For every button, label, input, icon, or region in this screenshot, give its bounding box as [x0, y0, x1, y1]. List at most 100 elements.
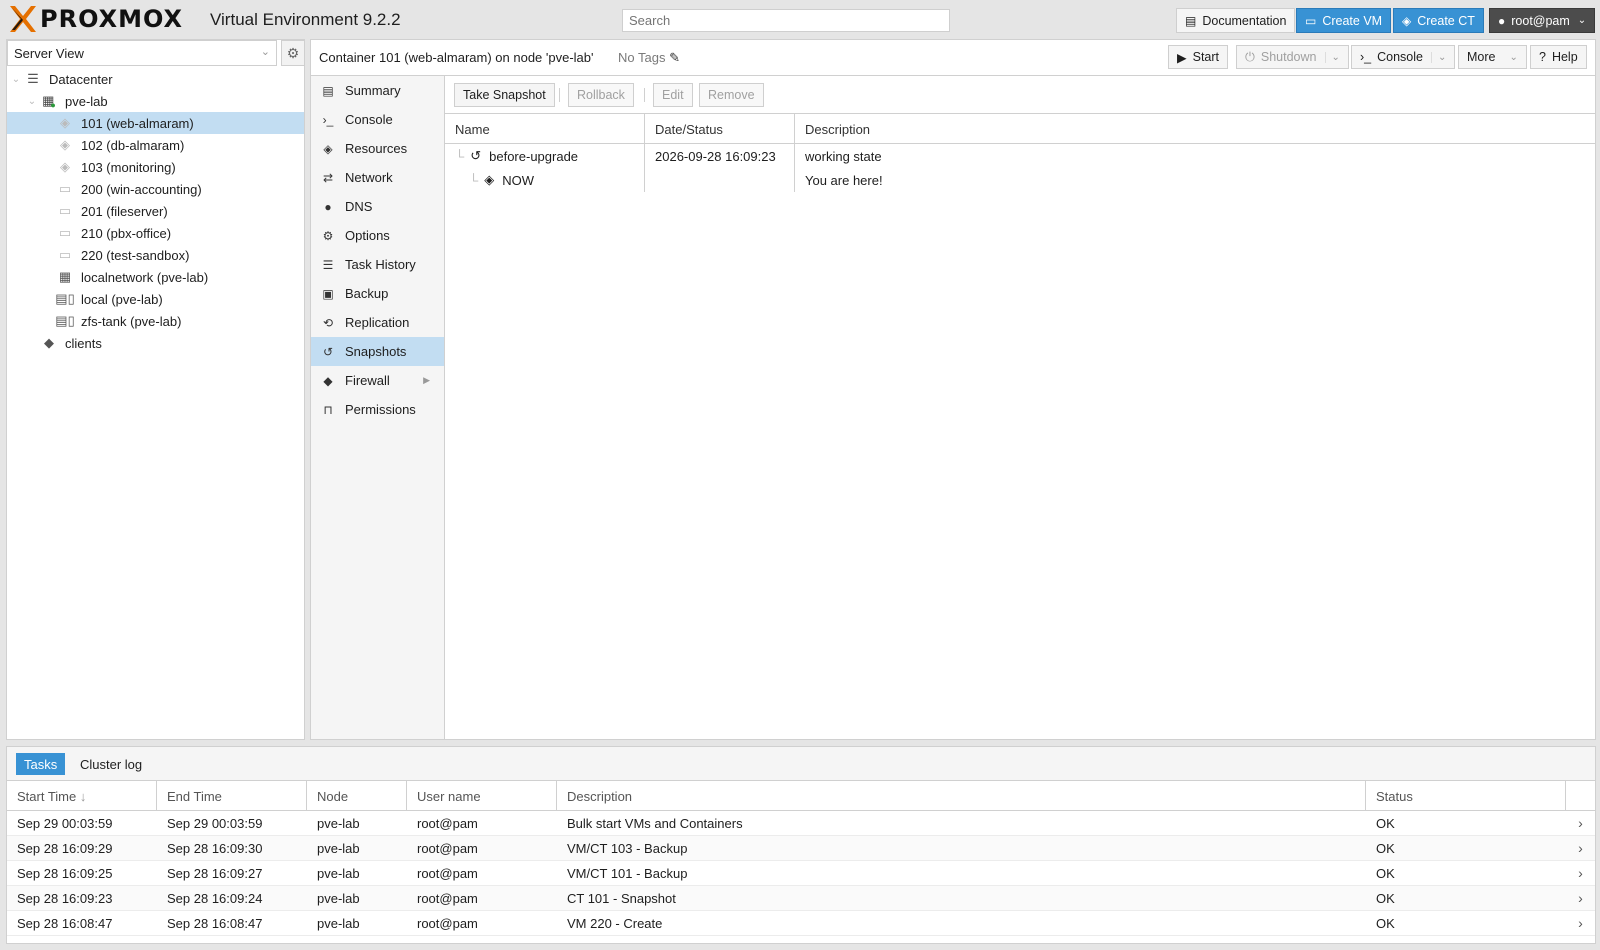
nav-snapshots[interactable]: ↺ Snapshots — [311, 337, 444, 366]
edit-button[interactable]: Edit — [653, 83, 693, 107]
snapshot-name: NOW — [502, 172, 534, 188]
tree-item-localnetwork[interactable]: ▦ localnetwork (pve-lab) — [7, 266, 304, 288]
nav-console[interactable]: ›_ Console — [311, 105, 444, 134]
tree-item-201[interactable]: ▭ 201 (fileserver) — [7, 200, 304, 222]
table-row[interactable]: Sep 28 16:08:47 Sep 28 16:08:47 pve-lab … — [7, 911, 1595, 936]
table-row[interactable]: Sep 28 16:09:29 Sep 28 16:09:30 pve-lab … — [7, 836, 1595, 861]
nav-network[interactable]: ⇄ Network — [311, 163, 444, 192]
content-header: Container 101 (web-almaram) on node 'pve… — [310, 39, 1596, 75]
tree-item-200[interactable]: ▭ 200 (win-accounting) — [7, 178, 304, 200]
snapshot-row[interactable]: └ ↺ before-upgrade 2026-09-28 16:09:23 wor… — [445, 144, 1595, 168]
tree-item-103[interactable]: ◈ 103 (monitoring) — [7, 156, 304, 178]
user-menu-button[interactable]: ● root@pam ⌄ — [1489, 8, 1596, 33]
chevron-right-icon[interactable]: › — [1566, 815, 1595, 831]
remove-button[interactable]: Remove — [699, 83, 764, 107]
gear-icon[interactable]: ⚙ — [281, 40, 305, 66]
tree-item-101[interactable]: ◈ 101 (web-almaram) — [7, 112, 304, 134]
shutdown-button[interactable]: ⏻ Shutdown ⌄ — [1236, 45, 1349, 69]
history-icon: ↺ — [470, 148, 482, 163]
help-button[interactable]: ? Help — [1530, 45, 1587, 69]
view-selector[interactable]: Server View ⌄ — [7, 40, 277, 66]
retweet-icon: ⟲ — [322, 315, 334, 330]
tree-item-clients[interactable]: ◆ clients — [7, 332, 304, 354]
container-icon: ◈ — [60, 137, 70, 152]
tab-tasks[interactable]: Tasks — [16, 753, 66, 775]
chevron-down-icon[interactable]: ⌄ — [1324, 51, 1340, 63]
search-input[interactable] — [622, 9, 950, 32]
col-end-time[interactable]: End Time — [157, 781, 307, 810]
start-button[interactable]: ▶ Start — [1168, 45, 1229, 69]
tree-item-220[interactable]: ▭ 220 (test-sandbox) — [7, 244, 304, 266]
tasks-table-header: Start Time ↓ End Time Node User name Des… — [7, 781, 1595, 811]
more-button[interactable]: More ⌄ — [1458, 45, 1527, 69]
cell-description: Bulk start VMs and Containers — [567, 815, 743, 831]
chevron-down-icon: ⌄ — [260, 46, 270, 58]
col-date[interactable]: Date/Status — [645, 114, 795, 143]
create-ct-button[interactable]: ◈ Create CT — [1393, 8, 1484, 33]
tree-item-datacenter[interactable]: ⌄ ☰ Datacenter — [7, 68, 304, 90]
tab-cluster-log[interactable]: Cluster log — [72, 753, 150, 775]
nav-backup[interactable]: ▣ Backup — [311, 279, 444, 308]
nav-permissions[interactable]: ⊓ Permissions — [311, 395, 444, 424]
chevron-right-icon[interactable]: › — [1566, 915, 1595, 931]
table-row[interactable]: Sep 29 00:03:59 Sep 29 00:03:59 pve-lab … — [7, 811, 1595, 836]
nav-dns[interactable]: ● DNS — [311, 192, 444, 221]
bottom-tabs: Tasks Cluster log — [7, 747, 1595, 781]
col-user[interactable]: User name — [407, 781, 557, 810]
cell-end: Sep 28 16:09:24 — [167, 890, 263, 906]
col-status[interactable]: Status — [1366, 781, 1566, 810]
nav-firewall[interactable]: ◆ Firewall ▶ — [311, 366, 444, 395]
resource-tree: ⌄ ☰ Datacenter ⌄ ▦ ● pve-lab ◈ 101 (web-a… — [7, 68, 304, 354]
snapshot-date: 2026-09-28 16:09:23 — [645, 144, 795, 168]
expand-icon[interactable]: ⌄ — [9, 74, 23, 85]
table-row[interactable]: Sep 28 16:09:23 Sep 28 16:09:24 pve-lab … — [7, 886, 1595, 911]
rollback-button[interactable]: Rollback — [568, 83, 634, 107]
chevron-down-icon[interactable]: ⌄ — [1431, 51, 1446, 63]
col-description[interactable]: Description — [557, 781, 1366, 810]
nav-resources[interactable]: ◈ Resources — [311, 134, 444, 163]
snapshot-description: working state — [805, 148, 882, 164]
col-description[interactable]: Description — [795, 114, 1595, 143]
create-vm-button[interactable]: ▭ Create VM — [1296, 8, 1392, 33]
tree-item-local-storage[interactable]: ▤▯ local (pve-lab) — [7, 288, 304, 310]
table-row[interactable]: Sep 28 16:09:25 Sep 28 16:09:27 pve-lab … — [7, 861, 1595, 886]
chevron-right-icon[interactable]: › — [1566, 890, 1595, 906]
col-start-time[interactable]: Start Time ↓ — [7, 781, 157, 810]
snapshot-row-now[interactable]: └ ◈ NOW You are here! — [445, 168, 1595, 192]
container-icon: ◈ — [60, 115, 70, 130]
vm-icon: ▭ — [58, 247, 72, 262]
user-icon: ● — [1498, 13, 1506, 28]
tree-item-102[interactable]: ◈ 102 (db-almaram) — [7, 134, 304, 156]
chevron-right-icon: ▶ — [423, 375, 430, 385]
cell-description: CT 101 - Snapshot — [567, 890, 676, 906]
nav-options[interactable]: ⚙ Options — [311, 221, 444, 250]
col-name[interactable]: Name — [445, 114, 645, 143]
col-node[interactable]: Node — [307, 781, 407, 810]
nav-task-history[interactable]: ☰ Task History — [311, 250, 444, 279]
book-icon: ▤ — [322, 83, 334, 98]
tree-item-210[interactable]: ▭ 210 (pbx-office) — [7, 222, 304, 244]
cell-user: root@pam — [417, 915, 478, 931]
documentation-button[interactable]: ▤ Documentation — [1176, 8, 1296, 33]
grid-header: Name Date/Status Description — [445, 114, 1595, 144]
cell-start: Sep 28 16:09:25 — [17, 865, 113, 881]
chevron-right-icon[interactable]: › — [1566, 840, 1595, 856]
tree-item-zfs-tank[interactable]: ▤▯ zfs-tank (pve-lab) — [7, 310, 304, 332]
chevron-right-icon[interactable]: › — [1566, 865, 1595, 881]
cube-icon: ◈ — [323, 141, 333, 156]
expand-icon[interactable]: ⌄ — [25, 96, 39, 107]
cell-end: Sep 28 16:09:27 — [167, 865, 263, 881]
cell-start: Sep 28 16:09:23 — [17, 890, 113, 906]
network-grid-icon: ▦ — [58, 269, 72, 284]
cell-node: pve-lab — [317, 815, 360, 831]
console-button[interactable]: ›_ Console ⌄ — [1351, 45, 1456, 69]
proxmox-logo[interactable]: PROXMOX — [8, 4, 183, 34]
tree-item-pve-lab[interactable]: ⌄ ▦ ● pve-lab — [7, 90, 304, 112]
take-snapshot-button[interactable]: Take Snapshot — [454, 83, 555, 107]
nav-summary[interactable]: ▤ Summary — [311, 76, 444, 105]
tags-editor[interactable]: No Tags ✎ — [618, 50, 680, 66]
cell-start: Sep 28 16:09:29 — [17, 840, 113, 856]
nav-replication[interactable]: ⟲ Replication — [311, 308, 444, 337]
cell-status: OK — [1376, 915, 1395, 931]
pencil-icon[interactable]: ✎ — [669, 50, 680, 65]
